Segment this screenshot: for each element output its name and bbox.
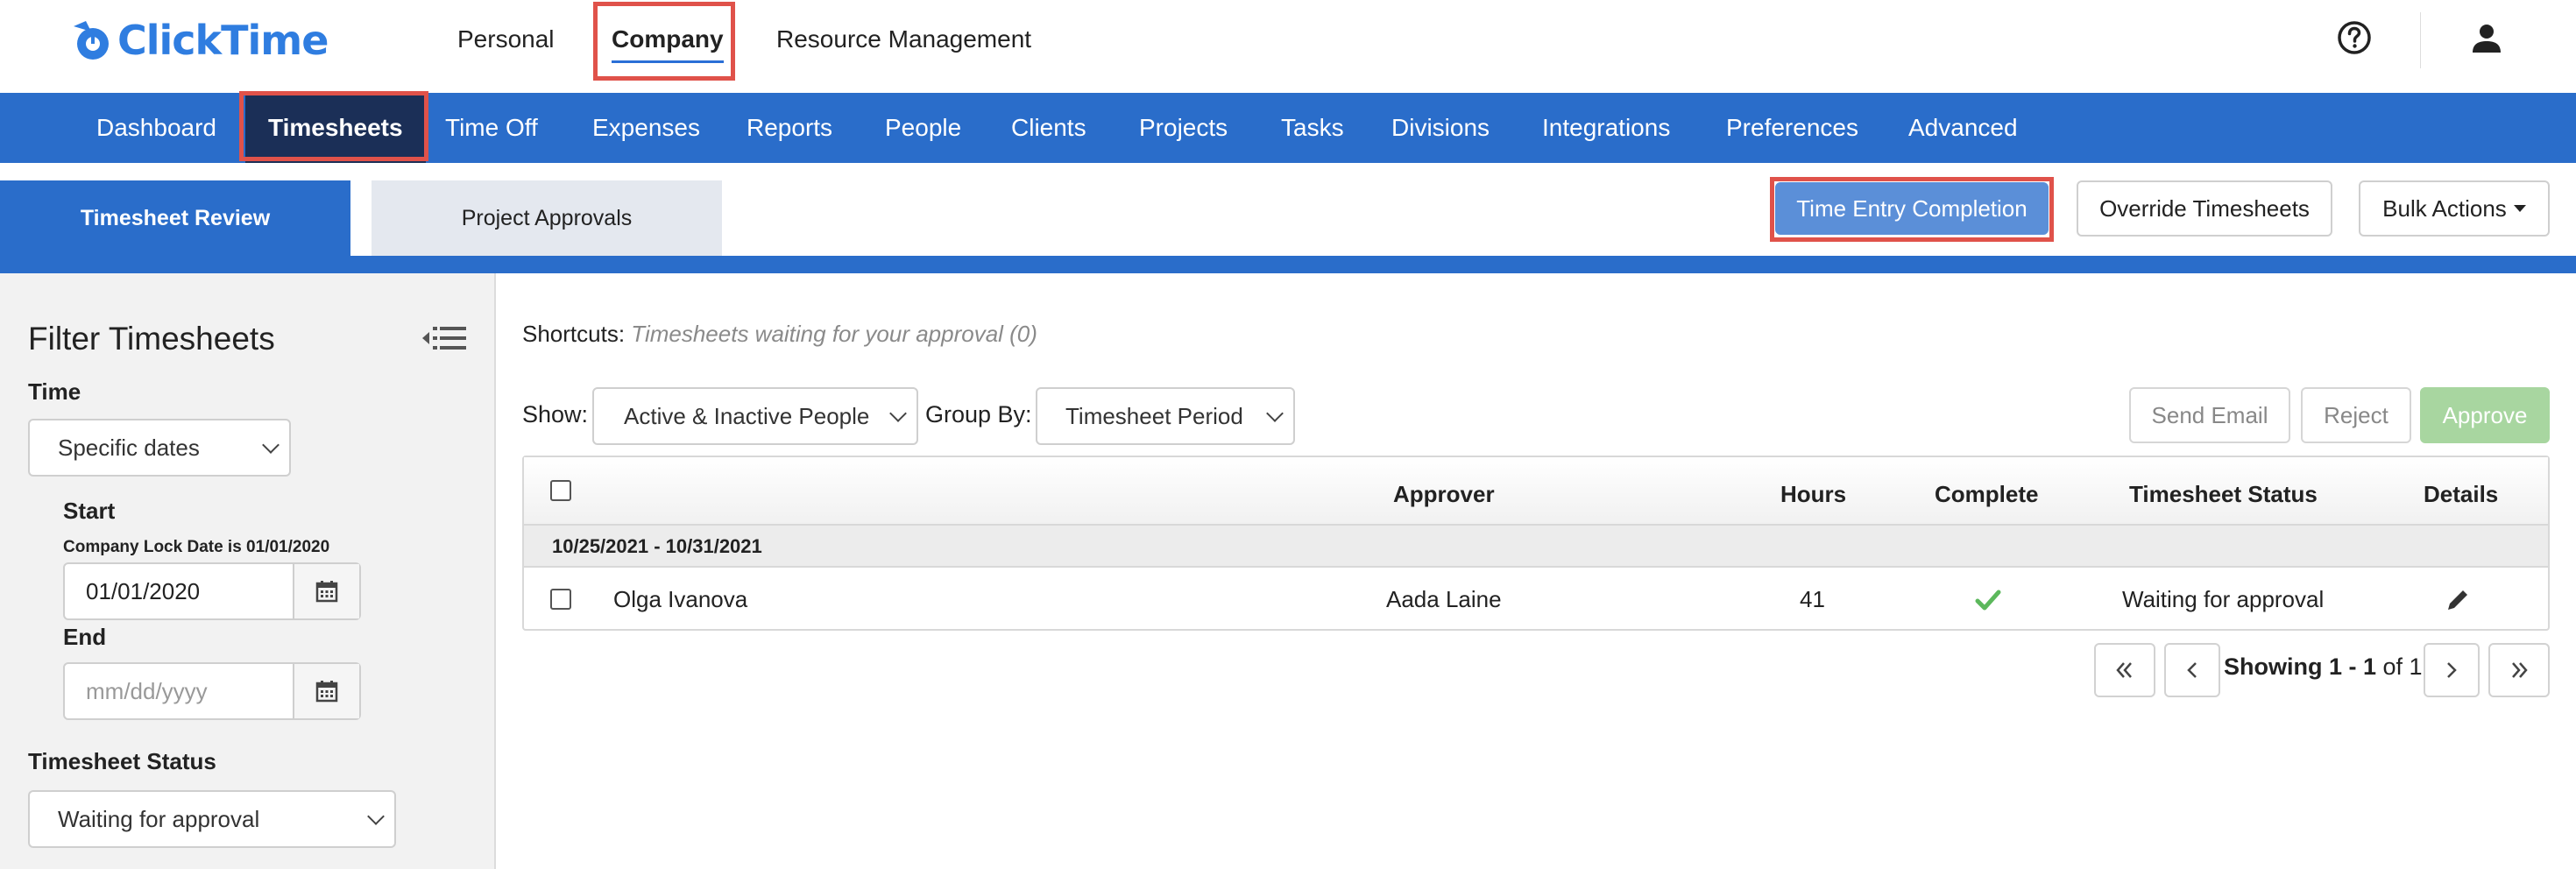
send-email-button[interactable]: Send Email — [2129, 387, 2290, 443]
top-header: ClickTime Personal Company Resource Mana… — [0, 0, 2576, 93]
filter-title: Filter Timesheets — [28, 321, 275, 357]
header-divider — [2420, 12, 2421, 68]
clicktime-logo[interactable]: ClickTime — [68, 14, 329, 67]
shortcuts-bar: Shortcuts: Timesheets waiting for your a… — [522, 321, 1037, 348]
last-page-button[interactable] — [2488, 643, 2550, 697]
row-hours: 41 — [1800, 586, 1825, 612]
chevron-down-icon — [889, 405, 907, 422]
topnav-personal[interactable]: Personal — [457, 0, 555, 79]
nav-dashboard[interactable]: Dashboard — [96, 93, 216, 163]
user-icon[interactable] — [2469, 21, 2504, 56]
first-page-button[interactable] — [2094, 643, 2155, 697]
clicktime-logo-icon — [74, 21, 109, 60]
show-select[interactable]: Active & Inactive People — [592, 387, 918, 445]
group-period-label: 10/25/2021 - 10/31/2021 — [552, 535, 762, 557]
nav-advanced[interactable]: Advanced — [1908, 93, 2018, 163]
header-hours[interactable]: Hours — [1780, 457, 1846, 526]
start-date-field[interactable]: 01/01/2020 — [63, 562, 361, 620]
group-by-select-value: Timesheet Period — [1065, 402, 1243, 429]
group-by-label: Group By: — [925, 401, 1032, 427]
timesheet-status-label: Timesheet Status — [28, 748, 216, 774]
timesheet-table: Approver Hours Complete Timesheet Status… — [522, 456, 2550, 631]
pagination-status: Showing 1 - 1 of 1 — [2224, 654, 2423, 681]
caret-down-icon — [2513, 205, 2526, 212]
calendar-icon — [315, 581, 338, 603]
prev-page-icon — [2187, 662, 2197, 678]
header-approver[interactable]: Approver — [1393, 457, 1495, 526]
nav-projects[interactable]: Projects — [1139, 93, 1228, 163]
nav-divisions[interactable]: Divisions — [1391, 93, 1490, 163]
shortcut-waiting-link[interactable]: Timesheets waiting for your approval (0) — [631, 321, 1037, 347]
bulk-actions-button[interactable]: Bulk Actions — [2359, 180, 2550, 237]
nav-clients[interactable]: Clients — [1011, 93, 1086, 163]
start-date-value: 01/01/2020 — [86, 577, 201, 604]
nav-preferences[interactable]: Preferences — [1726, 93, 1858, 163]
last-page-icon — [2512, 662, 2528, 678]
pagination-of: of 1 — [2382, 654, 2423, 680]
topnav-company[interactable]: Company — [612, 0, 724, 79]
timesheet-status-select[interactable]: Waiting for approval — [28, 790, 396, 848]
show-select-value: Active & Inactive People — [624, 402, 870, 429]
nav-people[interactable]: People — [885, 93, 961, 163]
row-timesheet-status: Waiting for approval — [2122, 586, 2325, 612]
table-row: Olga Ivanova Aada Laine 41 Waiting for a… — [524, 568, 2548, 631]
start-calendar-button[interactable] — [293, 564, 359, 618]
row-approver: Aada Laine — [1386, 586, 1502, 612]
reject-button[interactable]: Reject — [2301, 387, 2411, 443]
nav-timesheets[interactable]: Timesheets — [245, 93, 426, 163]
header-complete[interactable]: Complete — [1935, 457, 2038, 526]
prev-page-button[interactable] — [2164, 643, 2220, 697]
pagination-showing: Showing 1 - 1 — [2224, 654, 2377, 680]
checkmark-icon — [1975, 590, 2001, 611]
shortcuts-label: Shortcuts: — [522, 321, 626, 347]
nav-time-off[interactable]: Time Off — [445, 93, 538, 163]
time-entry-completion-button[interactable]: Time Entry Completion — [1775, 182, 2049, 235]
time-select[interactable]: Specific dates — [28, 419, 291, 477]
topnav-company-label: Company — [612, 25, 724, 53]
tab-timesheet-review[interactable]: Timesheet Review — [0, 180, 350, 256]
main-nav: Dashboard Timesheets Time Off Expenses R… — [0, 93, 2576, 163]
group-row: 10/25/2021 - 10/31/2021 — [524, 526, 2548, 568]
end-label: End — [63, 624, 107, 650]
next-page-icon — [2447, 662, 2457, 678]
header-details: Details — [2424, 481, 2499, 507]
chevron-down-icon — [1266, 405, 1284, 422]
active-underline — [612, 60, 724, 63]
table-header: Approver Hours Complete Timesheet Status… — [524, 457, 2548, 526]
tab-project-approvals[interactable]: Project Approvals — [372, 180, 722, 256]
show-label: Show: — [522, 401, 589, 427]
time-label: Time — [28, 378, 81, 405]
filter-sidebar: Filter Timesheets Time Specific dates St… — [0, 273, 496, 869]
end-date-field[interactable]: mm/dd/yyyy — [63, 662, 361, 720]
header-timesheet-status[interactable]: Timesheet Status — [2129, 457, 2318, 526]
next-page-button[interactable] — [2424, 643, 2480, 697]
nav-reports[interactable]: Reports — [747, 93, 832, 163]
select-all-checkbox[interactable] — [550, 480, 571, 501]
end-date-placeholder: mm/dd/yyyy — [86, 677, 208, 704]
override-timesheets-button[interactable]: Override Timesheets — [2077, 180, 2332, 237]
row-checkbox[interactable] — [550, 589, 571, 610]
start-label: Start — [63, 498, 116, 524]
row-person-name[interactable]: Olga Ivanova — [613, 568, 747, 631]
approve-button[interactable]: Approve — [2420, 387, 2550, 443]
chevron-down-icon — [262, 436, 280, 454]
topnav-resource-management[interactable]: Resource Management — [776, 0, 1031, 79]
end-calendar-button[interactable] — [293, 664, 359, 718]
time-select-value: Specific dates — [58, 434, 200, 461]
nav-tasks[interactable]: Tasks — [1281, 93, 1344, 163]
lock-date-note: Company Lock Date is 01/01/2020 — [63, 538, 330, 556]
timesheet-status-select-value: Waiting for approval — [58, 805, 260, 832]
chevron-down-icon — [367, 808, 385, 825]
nav-expenses[interactable]: Expenses — [592, 93, 700, 163]
pencil-icon[interactable] — [2445, 587, 2471, 613]
first-page-icon — [2116, 662, 2132, 678]
logo-text: ClickTime — [117, 17, 329, 64]
collapse-filter-icon[interactable] — [421, 322, 468, 354]
group-by-select[interactable]: Timesheet Period — [1036, 387, 1295, 445]
nav-integrations[interactable]: Integrations — [1542, 93, 1670, 163]
bulk-actions-label: Bulk Actions — [2382, 194, 2507, 222]
help-icon[interactable] — [2336, 19, 2373, 56]
header-stripe — [0, 256, 2576, 273]
calendar-icon — [315, 681, 338, 703]
